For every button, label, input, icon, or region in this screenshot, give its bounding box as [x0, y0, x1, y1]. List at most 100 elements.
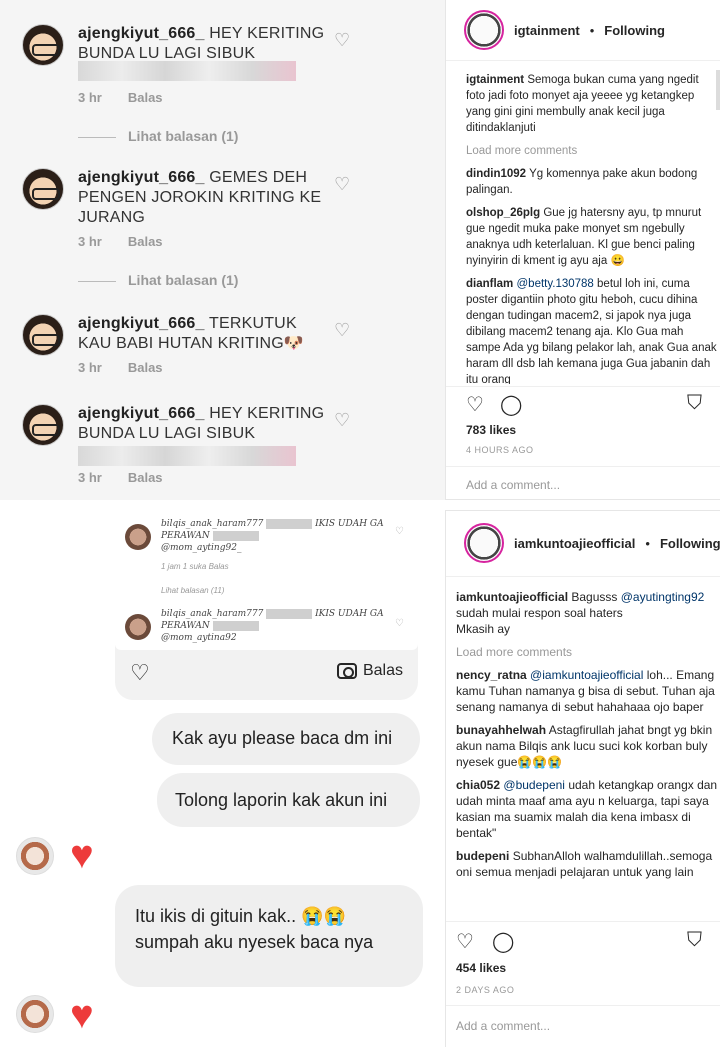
comment-username[interactable]: ajengkiyut_666_	[78, 405, 205, 422]
comment-username[interactable]: ajengkiyut_666_	[78, 169, 205, 186]
divider	[446, 466, 720, 467]
instagram-post-panel: iamkuntoajieofficial • Following iamkunt…	[445, 510, 720, 1047]
load-more-comments-link[interactable]: Load more comments	[466, 143, 718, 159]
redacted-text	[266, 608, 313, 619]
comment-item: dindin1092 Yg komennya pake akun bodong …	[466, 168, 698, 196]
comment-username[interactable]: dianflam	[466, 278, 513, 290]
comment-meta: 3 hr Balas	[78, 470, 163, 485]
redacted-text	[212, 620, 259, 631]
mention-link[interactable]: @iamkuntoajieofficial	[530, 668, 643, 682]
card-actions: ♡ Balas	[130, 660, 403, 688]
mention-link[interactable]: @ayutingting92	[621, 590, 705, 604]
comment-text: ajengkiyut_666_ GEMES DEH PENGEN JOROKIN…	[78, 169, 322, 226]
redacted-text	[78, 446, 296, 466]
load-more-comments-link[interactable]: Load more comments	[456, 644, 718, 660]
divider	[446, 60, 720, 61]
reply-link[interactable]: Balas	[128, 360, 163, 375]
post-timestamp: 2 DAYS AGO	[456, 985, 515, 995]
likes-count[interactable]: 454 likes	[456, 961, 506, 975]
divider	[446, 921, 720, 922]
heart-icon[interactable]: ♡	[456, 929, 474, 954]
reply-link[interactable]: Balas	[128, 90, 163, 105]
post-header: igtainment • Following	[464, 8, 665, 52]
comment-username[interactable]: iamkuntoajieofficial	[456, 590, 568, 604]
post-header: iamkuntoajieofficial • Following	[464, 521, 720, 565]
reply-link[interactable]: Balas	[128, 470, 163, 485]
comment-username[interactable]: igtainment	[466, 74, 524, 86]
avatar[interactable]	[22, 404, 64, 446]
redacted-text	[266, 518, 313, 529]
divider	[446, 386, 720, 387]
avatar[interactable]	[22, 314, 64, 356]
redacted-text	[78, 61, 296, 81]
shared-post-card[interactable]: bilqis_anak_haram777 IKIS UDAH GA PERAWA…	[115, 508, 418, 700]
comment-item: chia052 @budepeni udah ketangkap orangx …	[456, 778, 718, 840]
add-comment-input[interactable]: Add a comment...	[466, 478, 560, 492]
mention-link[interactable]: @budepeni	[503, 778, 565, 792]
comment-item: bunayahhelwah Astagfirullah jahat bngt y…	[456, 723, 713, 769]
comment-username[interactable]: ajengkiyut_666_	[78, 25, 205, 42]
bookmark-icon[interactable]: ⛉	[687, 929, 702, 952]
redacted-text	[212, 530, 259, 541]
heart-icon[interactable]: ♡	[466, 392, 484, 417]
divider	[446, 576, 720, 577]
avatar[interactable]	[22, 168, 64, 210]
post-username[interactable]: iamkuntoajieofficial	[514, 536, 635, 551]
avatar[interactable]	[464, 523, 504, 563]
mention-link[interactable]: @betty.130788	[517, 278, 594, 290]
message-bubble[interactable]: Tolong laporin kak akun ini	[157, 773, 420, 827]
comment-username[interactable]: olshop_26plg	[466, 207, 540, 219]
follow-button[interactable]: Following	[660, 536, 720, 551]
comment-text: ajengkiyut_666_ HEY KERITING BUNDA LU LA…	[78, 405, 325, 442]
avatar[interactable]	[22, 24, 64, 66]
comments-panel: ajengkiyut_666_ HEY KERITING BUNDA LU LA…	[0, 0, 445, 500]
camera-icon	[336, 663, 357, 679]
post-actions: ♡ ◯ ⛉	[456, 929, 702, 955]
view-replies-link: Lihat balasan (11)	[161, 586, 225, 595]
shared-comment-text: bilqis_anak_haram777 IKIS UDAH GA PERAWA…	[161, 518, 384, 553]
like-heart-icon[interactable]: ♡	[334, 320, 350, 341]
direct-message-panel: bilqis_anak_haram777 IKIS UDAH GA PERAWA…	[0, 500, 445, 1047]
sender-avatar[interactable]	[16, 837, 54, 875]
comment-username[interactable]: budepeni	[456, 849, 509, 863]
comment-username[interactable]: bunayahhelwah	[456, 723, 546, 737]
comment-bubble-icon[interactable]: ◯	[500, 392, 522, 417]
comment-item: budepeni SubhanAlloh walhamdulillah..sem…	[456, 849, 713, 879]
shared-comment-text: bilqis_anak_haram777 IKIS UDAH GA PERAWA…	[161, 608, 384, 643]
add-comment-input[interactable]: Add a comment...	[456, 1019, 550, 1033]
sender-avatar[interactable]	[16, 995, 54, 1033]
avatar[interactable]	[464, 10, 504, 50]
heart-reaction-icon: ♥	[70, 833, 94, 877]
comment-meta: 3 hr Balas	[78, 360, 163, 375]
comment-username[interactable]: ajengkiyut_666_	[78, 315, 205, 332]
dot-separator: •	[589, 22, 595, 38]
comment-username[interactable]: chia052	[456, 778, 500, 792]
divider	[446, 1005, 720, 1006]
message-bubble[interactable]: Itu ikis di gituin kak.. 😭😭sumpah aku ny…	[115, 885, 423, 987]
shared-screenshot: bilqis_anak_haram777 IKIS UDAH GA PERAWA…	[115, 508, 418, 650]
comment-item: nency_ratna @iamkuntoajieofficial loh...…	[456, 668, 715, 714]
heart-reaction-icon: ♥	[70, 993, 94, 1037]
view-replies-link[interactable]: Lihat balasan (1)	[78, 272, 238, 288]
comment-username[interactable]: dindin1092	[466, 168, 526, 180]
heart-icon[interactable]: ♡	[130, 660, 150, 686]
like-heart-icon[interactable]: ♡	[334, 410, 350, 431]
bookmark-icon[interactable]: ⛉	[687, 392, 702, 415]
post-username[interactable]: igtainment	[514, 23, 580, 38]
comment-username[interactable]: nency_ratna	[456, 668, 527, 682]
likes-count[interactable]: 783 likes	[466, 423, 516, 437]
like-heart-icon[interactable]: ♡	[334, 174, 350, 195]
scrollbar[interactable]	[716, 70, 720, 110]
like-heart-icon: ♡	[395, 526, 404, 537]
reply-button[interactable]: Balas	[336, 662, 403, 680]
comments-list: iamkuntoajieofficial Bagusss @ayutingtin…	[456, 589, 718, 919]
view-replies-link[interactable]: Lihat balasan (1)	[78, 128, 238, 144]
message-bubble[interactable]: Kak ayu please baca dm ini	[152, 713, 420, 765]
caption: iamkuntoajieofficial Bagusss @ayutingtin…	[456, 590, 705, 636]
follow-button[interactable]: Following	[604, 23, 665, 38]
like-heart-icon[interactable]: ♡	[334, 30, 350, 51]
comment-bubble-icon[interactable]: ◯	[492, 929, 514, 954]
reply-link[interactable]: Balas	[128, 234, 163, 249]
comment-meta: 3 hr Balas	[78, 234, 163, 249]
avatar	[125, 614, 151, 640]
